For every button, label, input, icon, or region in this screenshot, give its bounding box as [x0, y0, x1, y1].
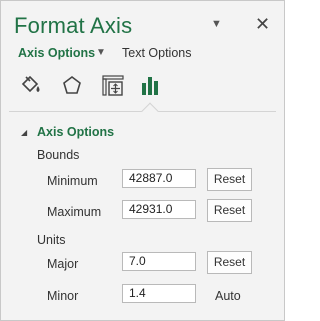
minimum-input[interactable]: 42887.0 — [122, 169, 196, 188]
tab-axis-options[interactable]: Axis Options — [18, 46, 95, 60]
close-icon[interactable]: ✕ — [255, 14, 270, 35]
section-title-axis-options[interactable]: Axis Options — [37, 125, 114, 139]
maximum-label: Maximum — [47, 205, 102, 219]
tab-text-options[interactable]: Text Options — [122, 46, 191, 60]
format-axis-pane: Format Axis ▼ ✕ Axis Options ▼ Text Opti… — [0, 0, 285, 321]
minor-label: Minor — [47, 289, 79, 303]
units-label: Units — [37, 233, 66, 247]
major-reset-button[interactable]: Reset — [207, 251, 252, 274]
bounds-label: Bounds — [37, 148, 80, 162]
minor-auto-status: Auto — [215, 289, 241, 303]
minor-input[interactable]: 1.4 — [122, 284, 196, 303]
maximum-input[interactable]: 42931.0 — [122, 200, 196, 219]
collapse-triangle-icon[interactable]: ◢ — [21, 128, 27, 137]
pane-title: Format Axis — [14, 13, 133, 38]
maximum-reset-button[interactable]: Reset — [207, 199, 252, 222]
selected-tab-notch — [141, 102, 159, 120]
minimum-label: Minimum — [47, 174, 98, 188]
major-label: Major — [47, 257, 79, 271]
axis-options-bar-chart-icon[interactable] — [138, 73, 164, 99]
minimum-reset-button[interactable]: Reset — [207, 168, 252, 191]
major-input[interactable]: 7.0 — [122, 252, 196, 271]
pane-options-dropdown-icon[interactable]: ▼ — [211, 18, 222, 30]
effects-pentagon-icon[interactable] — [59, 73, 85, 99]
size-properties-icon[interactable] — [100, 73, 126, 99]
fill-line-icon[interactable] — [18, 73, 44, 99]
chevron-down-icon[interactable]: ▼ — [96, 47, 106, 58]
